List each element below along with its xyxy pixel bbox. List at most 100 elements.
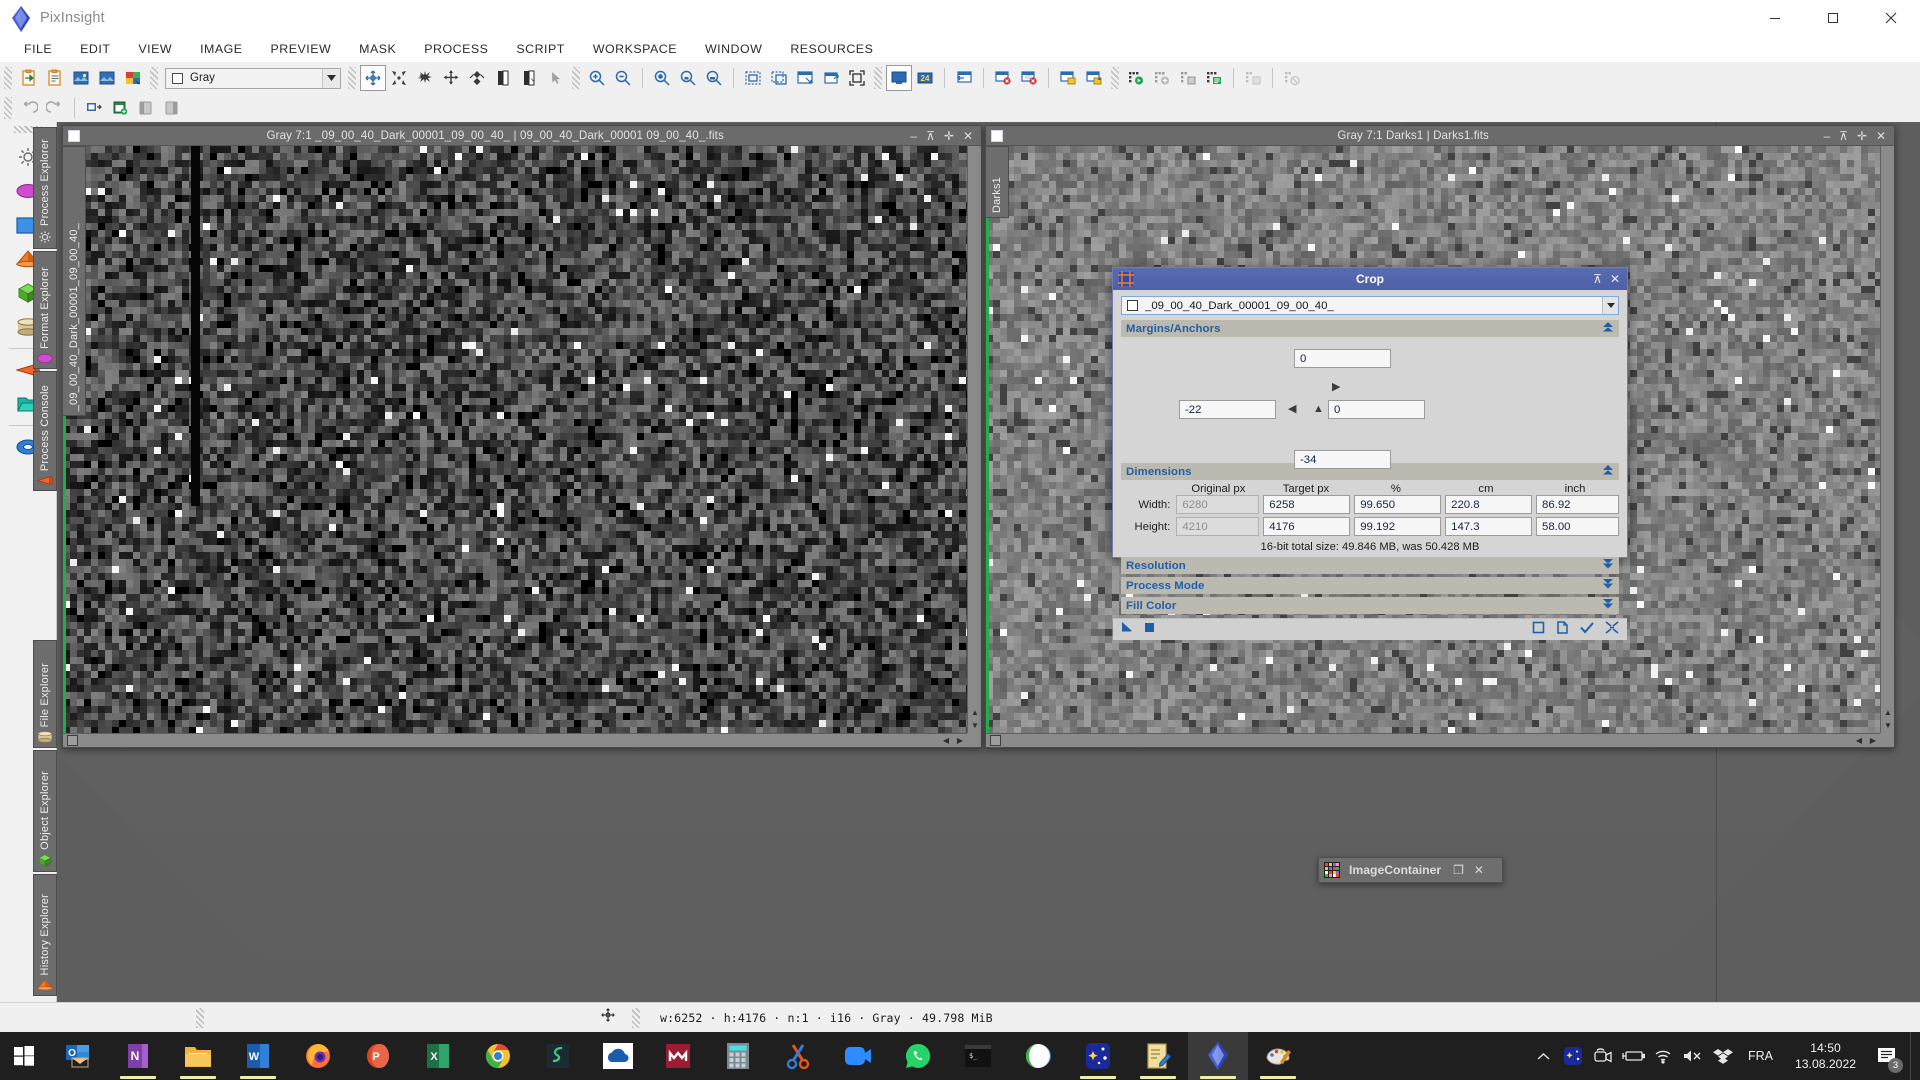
close-icon[interactable]: ✕ <box>963 130 973 142</box>
window-restore-icon[interactable] <box>818 65 844 91</box>
language-indicator[interactable]: FRA <box>1738 1049 1783 1063</box>
zoom-optimal-icon[interactable] <box>701 65 727 91</box>
pan-mode-icon[interactable] <box>360 65 386 91</box>
taskbar-app-terminal[interactable]: $_ <box>948 1032 1008 1080</box>
taskbar-app-nina[interactable] <box>1008 1032 1068 1080</box>
select-preview-icon[interactable] <box>516 65 542 91</box>
menu-file[interactable]: FILE <box>10 39 66 59</box>
camera-icon[interactable] <box>1588 1032 1618 1080</box>
taskbar-app-word[interactable]: W <box>228 1032 288 1080</box>
scroll-left-arrow-icon-2[interactable]: ◀ <box>1852 734 1866 747</box>
taskbar-app-onenote[interactable]: N <box>108 1032 168 1080</box>
close-icon-crop[interactable]: ✕ <box>1610 273 1620 285</box>
image-mode-box-icon[interactable] <box>67 735 78 746</box>
scroll-up-arrow-icon[interactable]: ▲ <box>968 706 982 719</box>
new-instance-icon[interactable] <box>1121 621 1134 639</box>
image-2-vertical-tab[interactable]: Darks1 <box>985 146 1009 218</box>
zoom-out-icon[interactable] <box>610 65 636 91</box>
sidebar-item-process-explorer[interactable]: Process Explorer <box>33 127 57 249</box>
toolbar-grip-5[interactable] <box>874 67 882 89</box>
taskbar-app-notes[interactable] <box>1128 1032 1188 1080</box>
select-multi-icon[interactable] <box>766 65 792 91</box>
toolbar-grip-4[interactable] <box>572 67 580 89</box>
maximize-icon[interactable]: ✛ <box>944 130 954 142</box>
sidebar-item-process-console[interactable]: Process Console <box>33 371 57 491</box>
close-all-icon[interactable] <box>1016 65 1042 91</box>
monitor-icon[interactable] <box>886 65 912 91</box>
sidebar-item-format-explorer[interactable]: Format Explorer <box>33 251 57 369</box>
select-rect-icon[interactable] <box>740 65 766 91</box>
sidebar-item-history-explorer[interactable]: History Explorer <box>33 874 57 996</box>
taskbar-app-onedrive[interactable] <box>588 1032 648 1080</box>
action-center-icon[interactable]: 3 <box>1868 1032 1906 1080</box>
left-arrow-icon[interactable]: ◀ <box>1288 404 1296 415</box>
scroll-right-arrow-icon[interactable]: ▶ <box>953 734 967 747</box>
roll-up-icon-crop[interactable]: ⊼ <box>1593 273 1602 285</box>
image-vertical-scrollbar-2[interactable]: ▲ ▼ <box>1880 146 1894 733</box>
show-desktop-button[interactable] <box>1910 1032 1914 1080</box>
new-preview-icon[interactable] <box>94 65 120 91</box>
taskbar-app-sway[interactable] <box>528 1032 588 1080</box>
minimize-button[interactable] <box>1746 0 1804 36</box>
taskbar-app-excel[interactable]: X <box>408 1032 468 1080</box>
width-percent-field[interactable]: 99.650 <box>1354 495 1442 514</box>
menu-image[interactable]: IMAGE <box>186 39 256 59</box>
image-1-vertical-tab[interactable]: _09_00_40_Dark_00001_09_00_40_ <box>62 146 86 416</box>
section-margins-anchors[interactable]: Margins/Anchors <box>1121 320 1619 337</box>
close-image-icon[interactable] <box>990 65 1016 91</box>
zoom-fit-icon[interactable] <box>675 65 701 91</box>
24-bit-icon[interactable]: 24 <box>912 65 938 91</box>
taskbar-app-snip-sketch[interactable] <box>768 1032 828 1080</box>
taskbar-app-whatsapp[interactable] <box>888 1032 948 1080</box>
right-arrow-icon[interactable]: ▶ <box>1332 382 1340 393</box>
image-horizontal-scrollbar[interactable]: ◀ ▶ <box>63 733 967 747</box>
menu-script[interactable]: SCRIPT <box>502 39 578 59</box>
taskbar-app-paint[interactable] <box>1248 1032 1308 1080</box>
toolbar2-grip[interactable] <box>4 97 12 119</box>
process-run-icon[interactable] <box>1123 65 1149 91</box>
half-tone-icon[interactable] <box>490 65 516 91</box>
save-as-icon[interactable] <box>1081 65 1107 91</box>
color-space-combo[interactable]: Gray <box>165 67 341 89</box>
image-window-title-bar-2[interactable]: Gray 7:1 Darks1 | Darks1.fits – ⊼ ✛ ✕ <box>986 126 1894 146</box>
menu-mask[interactable]: MASK <box>345 39 410 59</box>
image-canvas-dark[interactable] <box>63 146 967 735</box>
scroll-right-arrow-icon-2[interactable]: ▶ <box>1866 734 1880 747</box>
chevron-down-icon-view[interactable] <box>1602 297 1618 314</box>
taskbar-app-pixinsight[interactable] <box>1188 1032 1248 1080</box>
height-percent-field[interactable]: 99.192 <box>1354 517 1442 536</box>
move-icon[interactable] <box>438 65 464 91</box>
sidebar-item-file-explorer[interactable]: File Explorer <box>33 640 57 748</box>
height-cm-field[interactable]: 147.3 <box>1445 517 1533 536</box>
section-fill-color[interactable]: Fill Color <box>1121 597 1619 614</box>
clock[interactable]: 14:50 13.08.2022 <box>1783 1040 1868 1073</box>
zoom-in-icon[interactable] <box>584 65 610 91</box>
maximize-icon-container[interactable]: ❐ <box>1453 864 1464 876</box>
menu-view[interactable]: VIEW <box>124 39 186 59</box>
menu-process[interactable]: PROCESS <box>410 39 502 59</box>
margin-right-field[interactable]: 0 <box>1328 400 1425 419</box>
close-button[interactable] <box>1862 0 1920 36</box>
zoom-one-to-one-icon[interactable] <box>649 65 675 91</box>
scroll-left-arrow-icon[interactable]: ◀ <box>939 734 953 747</box>
roll-up-icon[interactable]: ⊼ <box>926 130 935 142</box>
taskbar-app-powerpoint[interactable]: P <box>348 1032 408 1080</box>
wifi-icon[interactable] <box>1648 1032 1678 1080</box>
image-vertical-scrollbar[interactable]: ▲ ▼ <box>967 146 981 733</box>
windows-start-icon[interactable] <box>0 1032 48 1080</box>
toolbar-grip-6[interactable] <box>1111 67 1119 89</box>
volume-muted-icon[interactable] <box>1678 1032 1708 1080</box>
image-window-dark[interactable]: Gray 7:1 _09_00_40_Dark_00001_09_00_40_ … <box>62 125 982 748</box>
margin-bottom-field[interactable]: -34 <box>1294 450 1391 469</box>
roll-up-icon-2[interactable]: ⊼ <box>1839 130 1848 142</box>
menu-preview[interactable]: PREVIEW <box>257 39 346 59</box>
section-resolution[interactable]: Resolution <box>1121 557 1619 574</box>
double-chevron-down-icon-pm[interactable] <box>1602 579 1614 592</box>
open-file-icon[interactable] <box>16 65 42 91</box>
reset-icon[interactable] <box>1532 621 1545 639</box>
expand-icon[interactable] <box>386 65 412 91</box>
pointer-icon[interactable] <box>542 65 568 91</box>
crop-dialog-title-bar[interactable]: Crop ⊼ ✕ <box>1113 268 1627 290</box>
double-chevron-down-icon-res[interactable] <box>1602 559 1614 572</box>
toolbar-grip[interactable] <box>4 67 12 89</box>
